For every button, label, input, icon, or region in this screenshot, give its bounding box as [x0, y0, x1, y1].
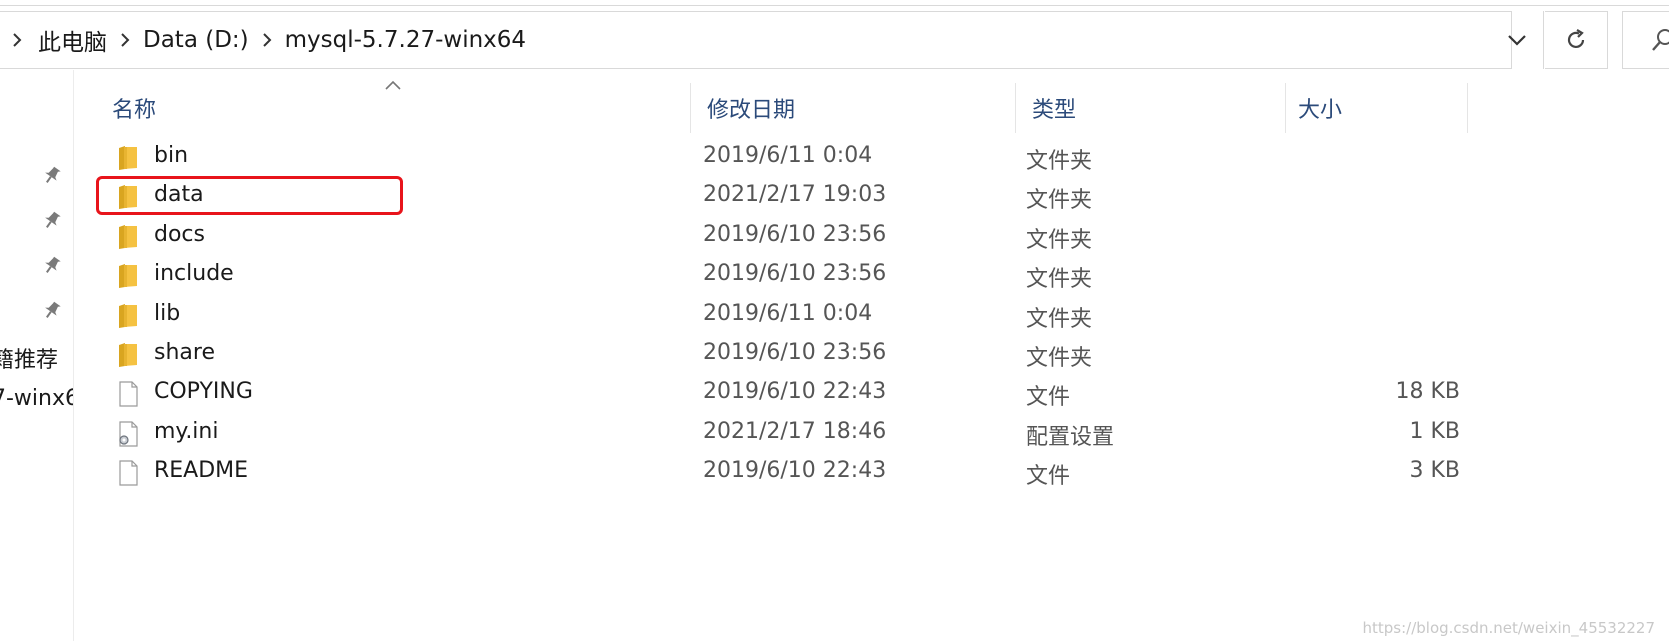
chevron-right-icon[interactable] [258, 33, 276, 47]
file-type: 文件 [1026, 464, 1071, 490]
file-icon [116, 460, 140, 486]
file-date-modified: 2019/6/10 23:56 [703, 340, 887, 365]
file-date-modified: 2019/6/10 22:43 [703, 458, 887, 484]
file-name[interactable]: README [154, 458, 248, 483]
file-type: 文件 [1026, 385, 1071, 411]
file-date-modified: 2019/6/10 23:56 [703, 221, 887, 247]
refresh-button[interactable] [1545, 11, 1608, 69]
file-name[interactable]: docs [154, 222, 205, 247]
breadcrumb-this-pc[interactable]: 此电脑 [38, 23, 107, 57]
pin-icon[interactable] [41, 209, 63, 231]
file-type: 文件夹 [1026, 346, 1093, 371]
file-date-modified: 2021/2/17 18:46 [703, 418, 887, 444]
column-header-row: 名称 修改日期 类型 大小 [74, 83, 1474, 133]
file-size: 1 KB [1409, 418, 1460, 444]
address-history-dropdown[interactable] [1490, 11, 1544, 69]
window-top-border [0, 0, 1669, 6]
file-date-modified: 2019/6/11 0:04 [703, 300, 873, 326]
pin-icon[interactable] [41, 299, 63, 321]
column-header-type[interactable]: 类型 [1016, 83, 1286, 133]
file-row[interactable]: bin 2019/6/11 0:04 文件夹 [100, 137, 1460, 177]
file-type: 文件夹 [1026, 267, 1093, 293]
pin-icon[interactable] [41, 254, 63, 276]
search-input[interactable] [1622, 11, 1669, 69]
column-header-name[interactable]: 名称 [74, 83, 691, 133]
file-row[interactable]: lib 2019/6/11 0:04 文件夹 [100, 295, 1460, 335]
refresh-icon [1567, 29, 1585, 49]
file-name[interactable]: COPYING [154, 379, 253, 404]
file-size: 18 KB [1395, 379, 1460, 405]
file-icon [116, 381, 140, 407]
breadcrumb-current-folder[interactable]: mysql-5.7.27-winx64 [285, 27, 526, 53]
address-bar[interactable]: 此电脑 Data (D:) mysql-5.7.27-winx64 [0, 11, 1512, 69]
navigation-pane[interactable]: 籍推荐 7-winx6 [0, 70, 74, 641]
file-date-modified: 2019/6/10 22:43 [703, 379, 887, 405]
chevron-down-icon [1507, 35, 1526, 46]
file-name[interactable]: my.ini [154, 419, 218, 444]
file-type: 文件夹 [1026, 227, 1093, 253]
file-row[interactable]: share 2019/6/10 23:56 文件夹 [100, 334, 1460, 374]
file-row[interactable]: COPYING 2019/6/10 22:43 文件 18 KB [100, 373, 1460, 413]
file-name[interactable]: bin [154, 143, 188, 168]
search-icon [1652, 29, 1669, 51]
file-date-modified: 2021/2/17 19:03 [703, 182, 887, 208]
watermark: https://blog.csdn.net/weixin_45532227 [1362, 619, 1655, 637]
file-date-modified: 2019/6/11 0:04 [703, 143, 873, 168]
file-name[interactable]: share [154, 340, 215, 365]
column-header-date-modified[interactable]: 修改日期 [691, 83, 1016, 133]
file-type: 配置设置 [1026, 424, 1115, 450]
file-name[interactable]: include [154, 261, 234, 286]
file-row[interactable]: include 2019/6/10 23:56 文件夹 [100, 255, 1460, 295]
folder-icon [116, 303, 140, 329]
file-type: 文件夹 [1026, 188, 1093, 214]
pin-icon[interactable] [41, 164, 63, 186]
file-row[interactable]: my.ini 2021/2/17 18:46 配置设置 1 KB [100, 413, 1460, 453]
file-row[interactable]: data 2021/2/17 19:03 文件夹 [100, 176, 1460, 216]
file-date-modified: 2019/6/10 23:56 [703, 261, 887, 287]
nav-item-mysql-folder[interactable]: 7-winx6 [0, 386, 73, 411]
file-type: 文件夹 [1026, 149, 1093, 174]
chevron-right-icon[interactable] [8, 33, 26, 47]
folder-icon [116, 184, 140, 210]
nav-item-books[interactable]: 籍推荐 [0, 342, 58, 374]
file-size: 3 KB [1409, 458, 1460, 484]
file-name[interactable]: lib [154, 301, 180, 326]
folder-icon [116, 342, 140, 368]
file-name[interactable]: data [154, 182, 204, 207]
file-type: 文件夹 [1026, 306, 1093, 332]
column-header-size[interactable]: 大小 [1286, 83, 1468, 133]
chevron-right-icon[interactable] [116, 33, 134, 47]
file-row[interactable]: docs 2019/6/10 23:56 文件夹 [100, 216, 1460, 256]
config-file-icon [116, 421, 140, 447]
folder-icon [116, 145, 140, 171]
folder-icon [116, 263, 140, 289]
breadcrumb-drive-d[interactable]: Data (D:) [143, 27, 249, 53]
folder-icon [116, 224, 140, 250]
file-row[interactable]: README 2019/6/10 22:43 文件 3 KB [100, 452, 1460, 492]
